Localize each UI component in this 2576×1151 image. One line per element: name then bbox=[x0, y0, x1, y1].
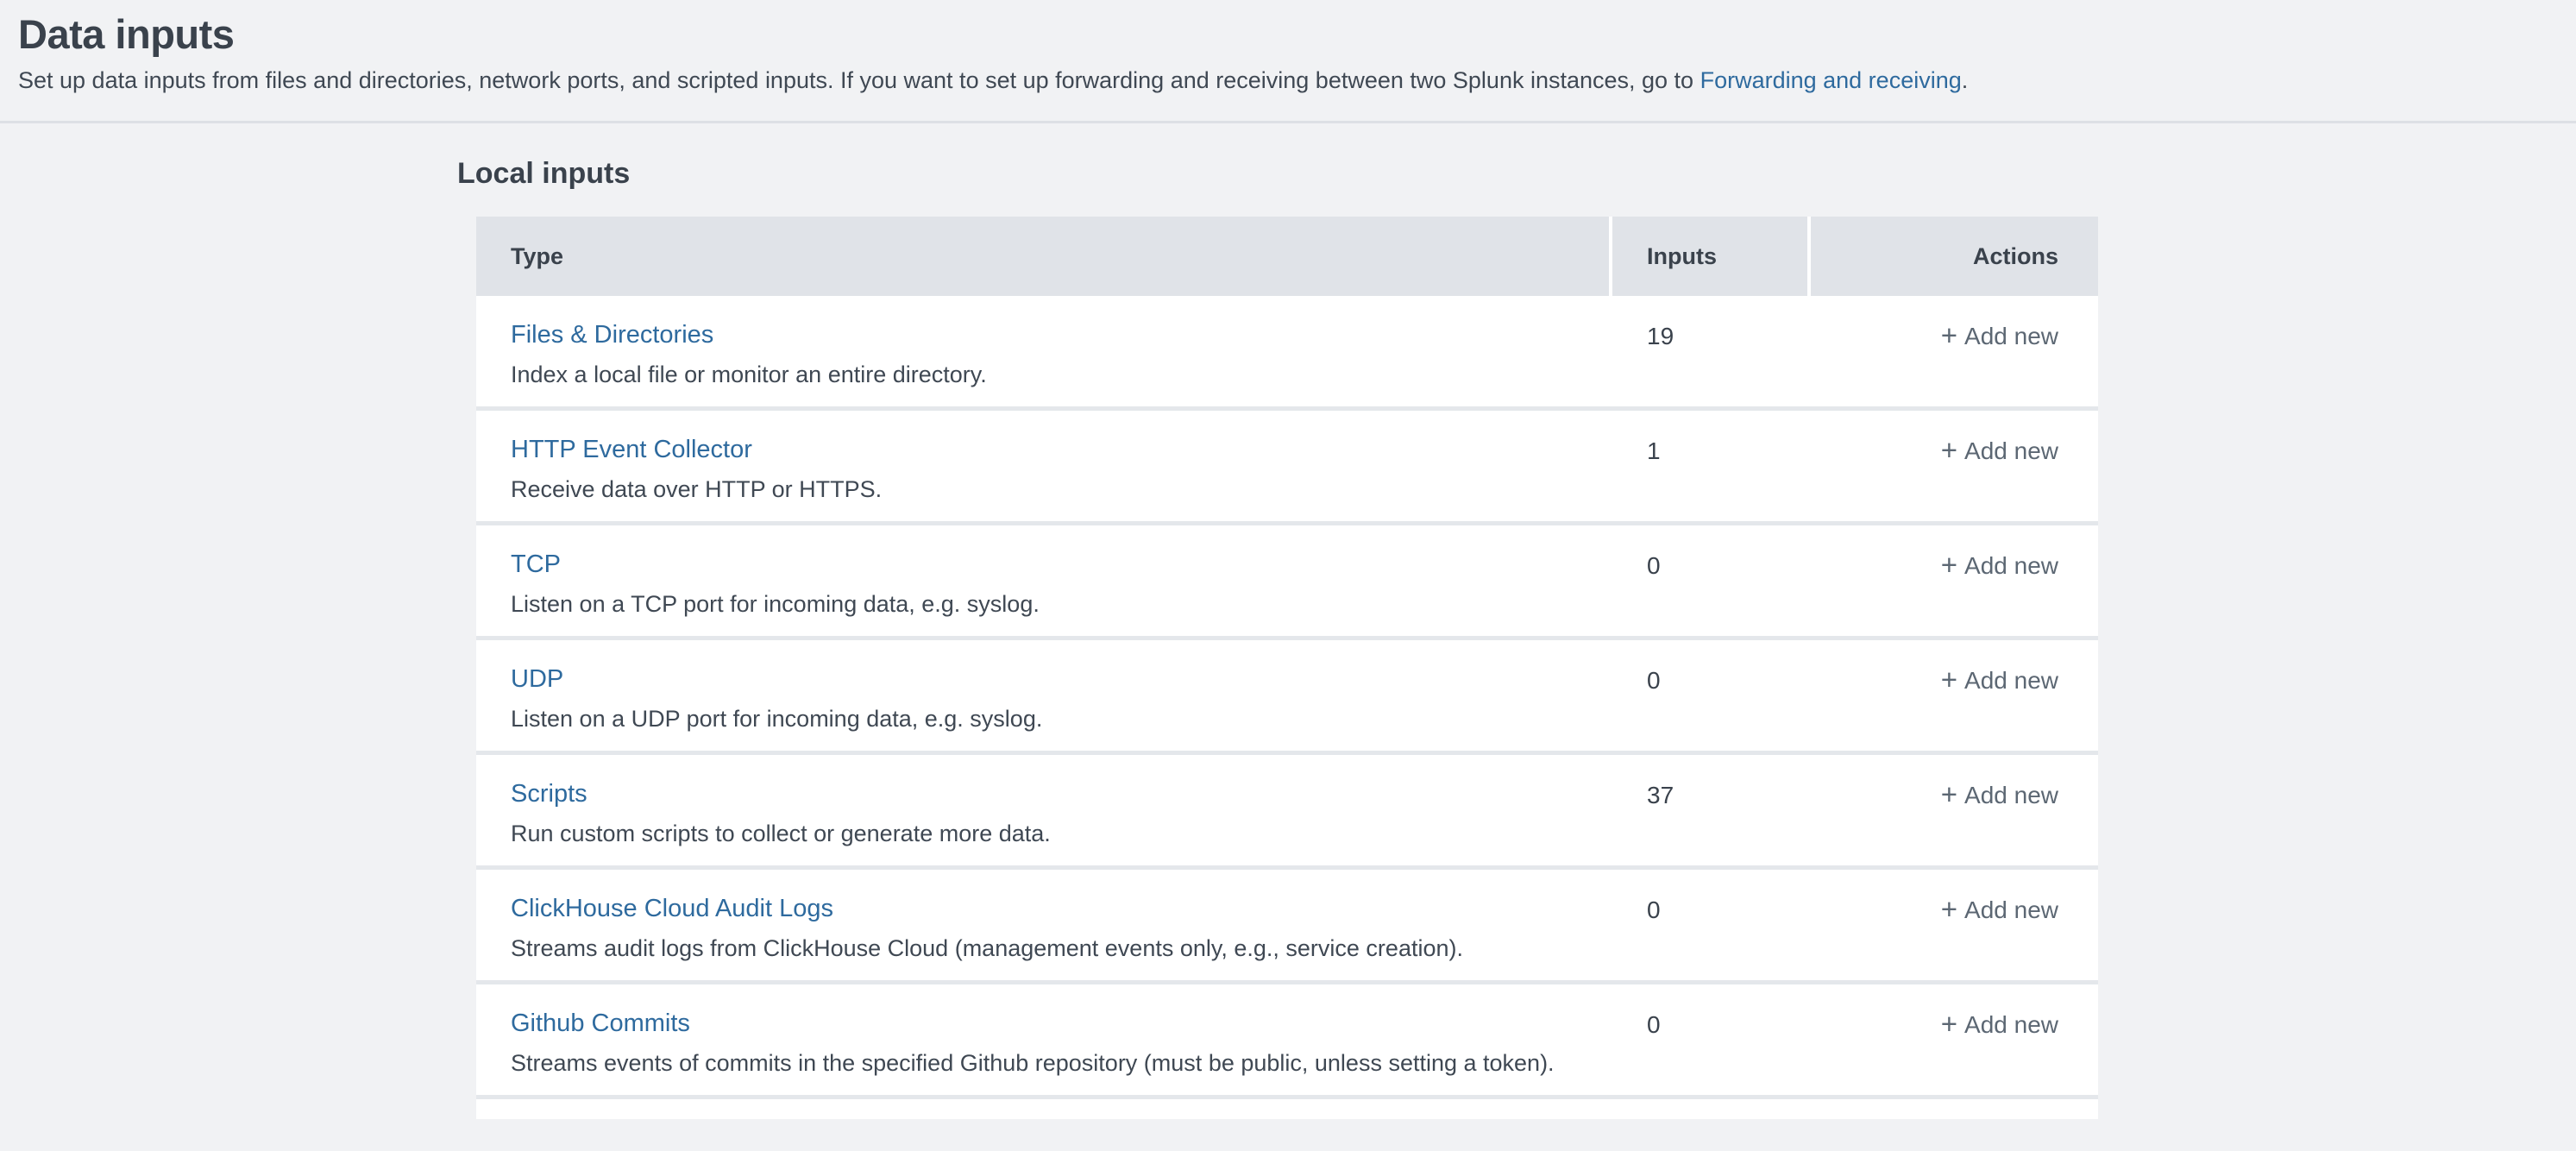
table-body: Files & Directories Index a local file o… bbox=[476, 296, 2098, 1099]
input-type-description: Run custom scripts to collect or generat… bbox=[511, 821, 1612, 846]
type-cell: HTTP Event Collector Receive data over H… bbox=[476, 411, 1612, 521]
add-new-label: Add new bbox=[1964, 667, 2058, 694]
table-row: Github Commits Streams events of commits… bbox=[476, 984, 2098, 1099]
add-new-label: Add new bbox=[1964, 437, 2058, 464]
add-new-label: Add new bbox=[1964, 782, 2058, 808]
inputs-count: 0 bbox=[1612, 984, 1811, 1095]
input-type-link[interactable]: ClickHouse Cloud Audit Logs bbox=[511, 895, 833, 922]
actions-cell: + Add new bbox=[1811, 525, 2098, 636]
input-type-description: Listen on a UDP port for incoming data, … bbox=[511, 706, 1612, 732]
page-title: Data inputs bbox=[18, 12, 2576, 58]
inputs-count: 1 bbox=[1612, 411, 1811, 521]
actions-cell: + Add new bbox=[1811, 640, 2098, 751]
input-type-description: Receive data over HTTP or HTTPS. bbox=[511, 476, 1612, 502]
forwarding-and-receiving-link[interactable]: Forwarding and receiving bbox=[1700, 67, 1962, 93]
table-row: Scripts Run custom scripts to collect or… bbox=[476, 755, 2098, 870]
add-new-button[interactable]: +Add new bbox=[1941, 782, 2058, 808]
add-new-button[interactable]: + Add new bbox=[1941, 896, 2058, 923]
page-header: Data inputs Set up data inputs from file… bbox=[0, 0, 2576, 123]
actions-cell: + Add new bbox=[1811, 755, 2098, 865]
add-new-button[interactable]: + Add new bbox=[1941, 1011, 2058, 1038]
plus-icon: + bbox=[1941, 319, 1957, 351]
type-cell: Scripts Run custom scripts to collect or… bbox=[476, 755, 1612, 865]
input-type-link[interactable]: Scripts bbox=[511, 780, 587, 808]
plus-icon: + bbox=[1941, 664, 1957, 695]
actions-cell: + Add new bbox=[1811, 411, 2098, 521]
plus-icon: + bbox=[1941, 434, 1957, 466]
input-type-link[interactable]: UDP bbox=[511, 665, 563, 693]
column-header-actions: Actions bbox=[1811, 217, 2098, 296]
inputs-count: 19 bbox=[1612, 296, 1811, 406]
local-inputs-table: Type Inputs Actions Files & Directories … bbox=[476, 217, 2098, 1119]
add-new-button[interactable]: +Add new bbox=[1941, 323, 2058, 349]
table-row: ClickHouse Cloud Audit Logs Streams audi… bbox=[476, 870, 2098, 984]
input-type-description: Listen on a TCP port for incoming data, … bbox=[511, 591, 1612, 617]
add-new-button[interactable]: + Add new bbox=[1941, 667, 2058, 694]
table-row: UDP Listen on a UDP port for incoming da… bbox=[476, 640, 2098, 755]
add-new-label: Add new bbox=[1964, 896, 2058, 923]
input-type-description: Streams events of commits in the specifi… bbox=[511, 1050, 1612, 1076]
input-type-description: Streams audit logs from ClickHouse Cloud… bbox=[511, 935, 1612, 961]
page-content: Local inputs Type Inputs Actions Files &… bbox=[0, 156, 2576, 1119]
add-new-button[interactable]: + Add new bbox=[1941, 437, 2058, 464]
actions-cell: + Add new bbox=[1811, 984, 2098, 1095]
local-inputs-heading: Local inputs bbox=[457, 156, 2576, 191]
inputs-count: 0 bbox=[1612, 870, 1811, 980]
inputs-count: 0 bbox=[1612, 640, 1811, 751]
input-type-link[interactable]: HTTP Event Collector bbox=[511, 436, 752, 463]
actions-cell: + Add new bbox=[1811, 870, 2098, 980]
plus-icon: + bbox=[1941, 1008, 1957, 1040]
table-row: TCP Listen on a TCP port for incoming da… bbox=[476, 525, 2098, 640]
page-subtitle: Set up data inputs from files and direct… bbox=[18, 66, 2576, 96]
add-new-label: Add new bbox=[1964, 1011, 2058, 1038]
type-cell: ClickHouse Cloud Audit Logs Streams audi… bbox=[476, 870, 1612, 980]
input-type-link[interactable]: Files & Directories bbox=[511, 321, 713, 349]
subtitle-text-before: Set up data inputs from files and direct… bbox=[18, 67, 1700, 93]
inputs-count: 0 bbox=[1612, 525, 1811, 636]
table-row: HTTP Event Collector Receive data over H… bbox=[476, 411, 2098, 525]
plus-icon: + bbox=[1941, 549, 1957, 581]
subtitle-text-after: . bbox=[1962, 67, 1969, 93]
partial-next-row bbox=[476, 1099, 2098, 1119]
input-type-link[interactable]: TCP bbox=[511, 550, 561, 578]
inputs-count: 37 bbox=[1612, 755, 1811, 865]
type-cell: UDP Listen on a UDP port for incoming da… bbox=[476, 640, 1612, 751]
add-new-label: Add new bbox=[1964, 323, 2058, 349]
column-header-inputs: Inputs bbox=[1612, 217, 1807, 296]
column-header-type: Type bbox=[476, 217, 1609, 296]
plus-icon: + bbox=[1941, 893, 1957, 925]
input-type-link[interactable]: Github Commits bbox=[511, 1009, 690, 1037]
add-new-label: Add new bbox=[1964, 552, 2058, 579]
type-cell: Files & Directories Index a local file o… bbox=[476, 296, 1612, 406]
add-new-button[interactable]: + Add new bbox=[1941, 552, 2058, 579]
input-type-description: Index a local file or monitor an entire … bbox=[511, 362, 1612, 387]
plus-icon: + bbox=[1941, 778, 1957, 810]
actions-cell: + Add new bbox=[1811, 296, 2098, 406]
table-header-row: Type Inputs Actions bbox=[476, 217, 2098, 296]
type-cell: TCP Listen on a TCP port for incoming da… bbox=[476, 525, 1612, 636]
type-cell: Github Commits Streams events of commits… bbox=[476, 984, 1612, 1095]
table-row: Files & Directories Index a local file o… bbox=[476, 296, 2098, 411]
